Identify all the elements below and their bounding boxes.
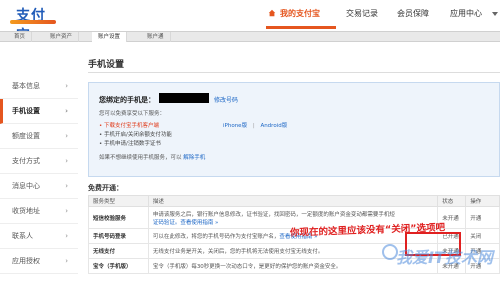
tab-account-assets[interactable]: 账户资产 [44, 32, 80, 42]
top-header: 支付宝 我的支付宝 交易记录 会员保障 应用中心 [0, 0, 500, 44]
sidebar-item-label: 消息中心 [12, 182, 40, 190]
chevron-right-icon: › [65, 82, 68, 90]
service-desc: 宝令（手机版）每30秒更换一次动态口令，是更好的保护您的账户资金安全。 [147, 258, 439, 274]
sidebar-item-message-center[interactable]: 消息中心 › [0, 174, 78, 199]
android-link[interactable]: Android版 [260, 123, 287, 129]
sidebar-item-payment-methods[interactable]: 支付方式 › [0, 149, 78, 174]
tab-account-link[interactable]: 账户通 [141, 32, 171, 42]
client-download-links: iPhone版 | Android版 [223, 121, 287, 129]
close-button[interactable]: 关闭 [465, 228, 500, 244]
chevron-right-icon: › [65, 207, 68, 215]
sidebar-item-label: 基本信息 [12, 82, 40, 90]
sidebar-item-app-authorization[interactable]: 应用授权 › [0, 249, 78, 274]
service-desc-line: 可以在此修改，将您的手机号码作为支付宝账户名， [152, 234, 280, 240]
column-header: 状态 [437, 195, 467, 207]
sidebar-item-label: 收货地址 [12, 207, 40, 215]
column-header: 操作 [465, 195, 500, 207]
watermark: 我爱IT技术网 [396, 248, 493, 267]
chevron-right-icon: › [65, 132, 68, 140]
tab-home[interactable]: 首页 [8, 32, 33, 42]
chevron-right-icon: › [65, 232, 68, 240]
bound-phone-label: 您绑定的手机是： [99, 96, 155, 104]
sidebar-item-label: 额度设置 [12, 132, 40, 140]
page-title: 手机设置 [88, 60, 125, 70]
sidebar-item-label: 支付方式 [12, 157, 40, 165]
alipay-logo[interactable]: 支付宝 [6, 2, 58, 44]
redacted-phone-number [159, 93, 209, 103]
table-header: 服务类型 描述 状态 操作 [88, 195, 500, 207]
nav-app-center[interactable]: 应用中心 [450, 8, 482, 19]
free-services-title: 免费开通： [88, 184, 123, 192]
service-item[interactable]: • 下载支付宝手机客户端 [99, 121, 159, 129]
sidebar-item-label: 联系人 [12, 232, 33, 240]
chevron-down-icon[interactable] [492, 12, 498, 16]
service-item: • 手机申请/注销数字证书 [99, 141, 161, 147]
sub-tab-bar: 首页 账户资产 账户设置 账户通 [0, 31, 500, 42]
service-name: 宝令（手机版） [88, 258, 149, 274]
sidebar-item-phone-settings[interactable]: 手机设置 › [0, 99, 78, 124]
sidebar-item-limit-settings[interactable]: 额度设置 › [0, 124, 78, 149]
tab-account-settings[interactable]: 账户设置 [92, 32, 128, 42]
divider [88, 72, 500, 73]
modify-number-link[interactable]: 修改号码 [214, 95, 238, 104]
service-desc-line: 申请该服务之后，银行账户信息修改，证书验证，找回密码，一定额度的账户资金变动都需… [152, 211, 395, 218]
services-description: 您可以免费享受以下服务： [99, 111, 166, 117]
sidebar: 基本信息 › 手机设置 › 额度设置 › 支付方式 › 消息中心 › 收货地址 › 联系人 ›… [0, 74, 78, 274]
chevron-right-icon: › [65, 182, 68, 190]
nav-transactions[interactable]: 交易记录 [346, 8, 378, 19]
nav-my-alipay[interactable]: 我的支付宝 [280, 8, 320, 19]
column-header: 服务类型 [88, 195, 149, 207]
unbind-label: 如果不想继续使用手机服务，可以 [99, 155, 182, 161]
chevron-right-icon: › [65, 157, 68, 165]
service-name: 短信校验服务 [88, 206, 149, 229]
iphone-link[interactable]: iPhone版 [223, 123, 247, 129]
sidebar-item-label: 手机设置 [12, 107, 40, 115]
unbind-text: 如果不想继续使用手机服务，可以 解除手机 [99, 153, 205, 161]
sidebar-item-basic-info[interactable]: 基本信息 › [0, 74, 78, 99]
home-icon [268, 9, 276, 17]
chevron-right-icon: › [65, 107, 68, 115]
link-separator: | [252, 123, 255, 129]
enable-button[interactable]: 开通 [465, 206, 500, 229]
service-name: 手机号码登录 [88, 228, 149, 244]
sidebar-item-shipping-address[interactable]: 收货地址 › [0, 199, 78, 224]
sidebar-item-label: 应用授权 [12, 257, 40, 265]
service-name: 无线支付 [88, 243, 149, 259]
unbind-phone-link[interactable]: 解除手机 [183, 155, 205, 161]
sidebar-item-contacts[interactable]: 联系人 › [0, 224, 78, 249]
phone-info-box: 您绑定的手机是： 修改号码 您可以免费享受以下服务： • 下载支付宝手机客户端 … [88, 82, 500, 177]
service-item: • 手机开启/关闭余额支付功能 [99, 132, 172, 138]
column-header: 描述 [147, 195, 439, 207]
chevron-right-icon: › [65, 257, 68, 265]
logo-swoosh-icon [10, 20, 56, 24]
nav-member-protection[interactable]: 会员保障 [397, 8, 429, 19]
nav-active-underline [266, 26, 336, 29]
